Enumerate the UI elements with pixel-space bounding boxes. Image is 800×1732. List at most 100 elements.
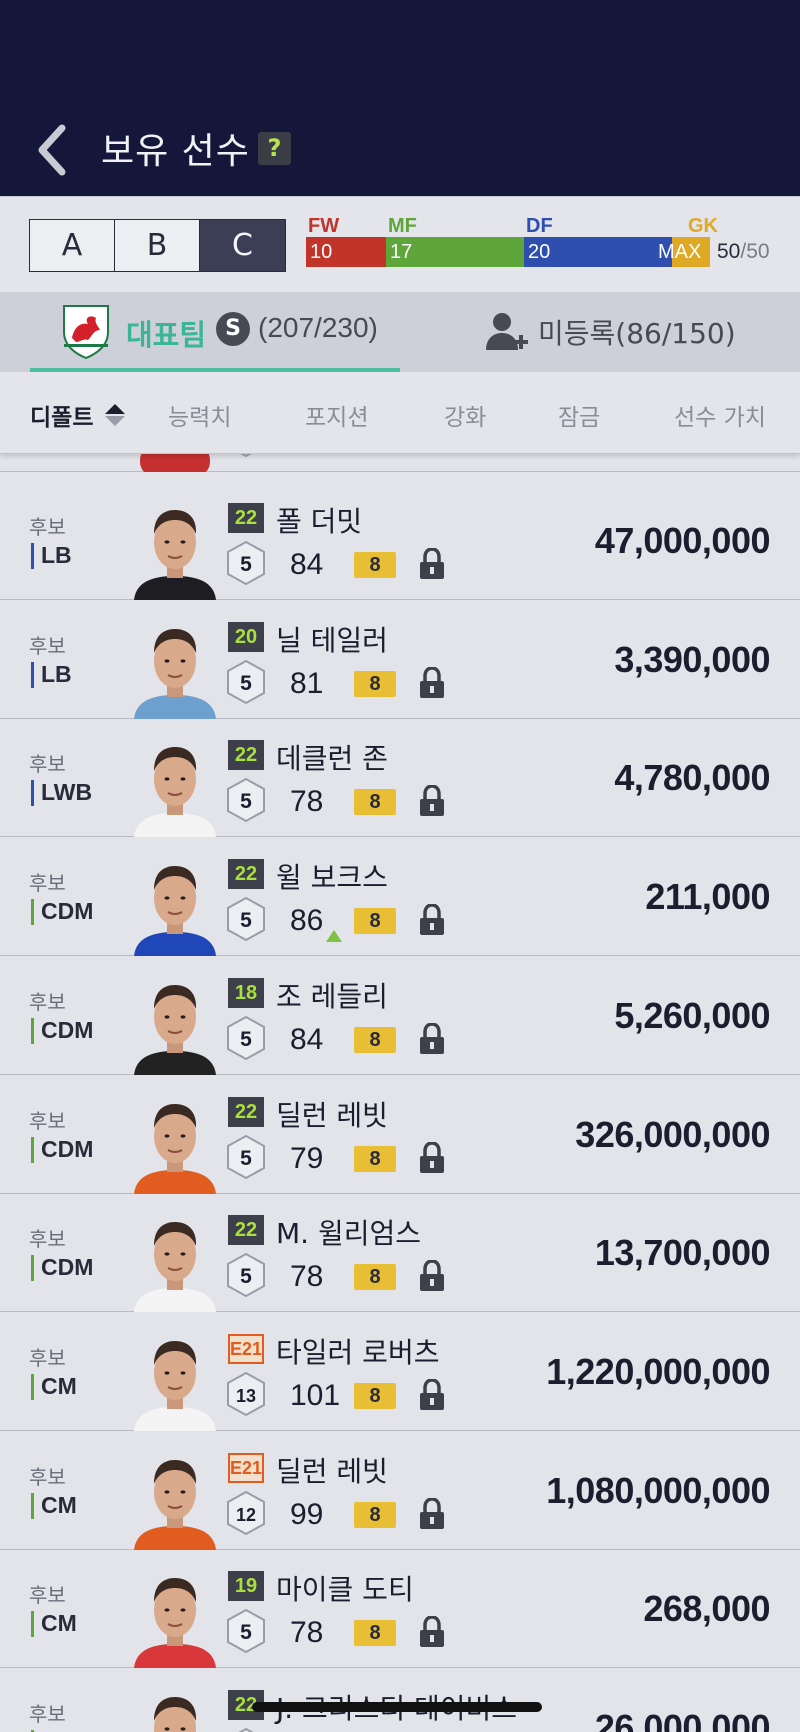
sort-ability[interactable]: 능력치 (168, 398, 231, 432)
position-color-bar (31, 780, 34, 807)
lock-icon[interactable] (418, 666, 446, 699)
player-position: CDM (31, 1017, 93, 1044)
enhance-badge: 8 (354, 1026, 396, 1053)
lock-icon[interactable] (418, 548, 446, 580)
enhance-badge: 8 (354, 1501, 396, 1528)
player-name: 윌 보크스 (276, 861, 388, 895)
player-position-text: CDM (41, 898, 94, 925)
chevron-left-icon (38, 124, 66, 176)
sort-default[interactable]: 디폴트 (30, 398, 93, 432)
player-value: 326,000,000 (575, 1113, 770, 1155)
season-badge: 19 (228, 1571, 264, 1602)
player-position: CM (31, 1373, 77, 1400)
player-face (130, 1448, 220, 1550)
player-position: CDM (31, 898, 94, 926)
grade-badge (240, 454, 252, 458)
player-face (130, 973, 220, 1075)
position-color-bar (31, 1017, 34, 1044)
add-user-icon (486, 313, 528, 350)
player-row[interactable]: 후보22J. 크리스티 데이비스526,000,000 (0, 1669, 800, 1732)
national-team-count: (207/230) (258, 312, 378, 343)
player-ovr: 84 (290, 548, 324, 581)
player-row[interactable]: 후보 CDM 22 윌 보크스 5 86 8 211,000 (0, 838, 800, 957)
player-face (130, 735, 220, 838)
player-row[interactable]: 후보 CM E21 딜런 레빗 12 99 8 1,080,000,000 (0, 1431, 800, 1550)
player-value: 47,000,000 (594, 520, 771, 561)
position-color-bar (31, 1373, 34, 1400)
grade-value: 5 (240, 790, 252, 813)
player-value: 3,390,000 (614, 638, 770, 680)
help-button[interactable]: ? (258, 132, 291, 165)
player-row[interactable]: 후보 LB 20 닐 테일러 5 81 8 3,390,000 (0, 600, 800, 719)
player-position: CDM (31, 1254, 93, 1282)
player-value: 1,220,000,000 (546, 1350, 770, 1392)
grade-value: 5 (240, 1028, 252, 1051)
position-color-bar (31, 543, 34, 569)
gk-count: MAX (658, 241, 702, 263)
player-position-text: CM (41, 1491, 77, 1518)
national-team-label: 대표팀 (126, 318, 207, 352)
squad-slot-b[interactable]: B (115, 220, 200, 271)
player-row[interactable]: 후보 LB 22 폴 더밋 5 84 8 47,000,000 (0, 482, 800, 600)
mf-label: MF (388, 215, 417, 237)
lock-icon[interactable] (418, 1141, 446, 1174)
player-row[interactable]: 후보 CDM 18 조 레들리 5 84 8 5,260,000 (0, 956, 800, 1075)
grade-badge: 5 (227, 778, 265, 823)
player-position: LB (31, 542, 72, 569)
sort-position[interactable]: 포지션 (305, 398, 368, 432)
fw-label: FW (308, 215, 340, 237)
squad-slot-selector: A B C (29, 219, 286, 272)
squad-slot-a[interactable]: A (30, 220, 115, 271)
player-face (130, 498, 220, 600)
lock-icon[interactable] (418, 1616, 446, 1648)
player-position-text: CDM (41, 1135, 94, 1162)
lock-icon[interactable] (418, 1022, 446, 1055)
lock-icon[interactable] (418, 1378, 446, 1411)
player-list: 후보 LB 22 폴 더밋 5 84 8 47,000,000 후보 LB 20 닐 테일러 5 81 8 3… (0, 454, 800, 1732)
player-value: 5,260,000 (614, 994, 770, 1036)
lock-icon[interactable] (418, 1260, 446, 1292)
sort-player-value[interactable]: 선수 가치 (674, 398, 766, 432)
grade-value: 5 (240, 1147, 252, 1170)
player-row[interactable]: 후보 CDM 22 딜런 레빗 5 79 8 326,000,000 (0, 1075, 800, 1194)
s-grade-badge: S (216, 312, 250, 346)
player-status: 후보 (29, 1108, 66, 1133)
player-row[interactable]: 후보 CDM 22 M. 윌리엄스 5 78 8 13,700,000 (0, 1194, 800, 1313)
player-position: CM (31, 1610, 77, 1638)
player-name: 타일러 로버츠 (276, 1335, 440, 1369)
position-color-bar (31, 899, 34, 926)
season-badge: 22 (228, 1215, 264, 1246)
grade-value: 5 (240, 553, 252, 576)
grade-value: 5 (240, 909, 252, 932)
lock-icon[interactable] (418, 785, 446, 817)
grade-badge: 5 (227, 1253, 265, 1298)
mf-segment: 17 (386, 237, 524, 267)
player-name: 조 레들리 (276, 979, 388, 1013)
player-row[interactable]: 후보 CM E21 타일러 로버츠 13 101 8 1,220,000,000 (0, 1312, 800, 1431)
unregistered-label: 미등록(86/150) (538, 317, 736, 350)
sort-enhance[interactable]: 강화 (444, 398, 486, 432)
tab-national-team[interactable]: 대표팀 S (207/230) (30, 292, 400, 372)
player-row[interactable]: 후보 CM 19 마이클 도티 5 78 8 268,000 (0, 1550, 800, 1669)
player-row[interactable]: 후보 LWB 22 데클런 존 5 78 8 4,780,000 (0, 719, 800, 838)
player-status: 후보 (29, 1227, 66, 1252)
player-face (130, 1329, 220, 1431)
list-item-partial[interactable] (0, 454, 800, 472)
sort-lock[interactable]: 잠금 (558, 398, 600, 432)
player-name: 데클런 존 (276, 742, 388, 776)
grade-badge: 5 (227, 1134, 265, 1179)
squad-slot-c[interactable]: C (200, 220, 285, 271)
grade-badge: 12 (227, 1490, 265, 1535)
grade-badge: 13 (227, 1371, 265, 1417)
season-badge: 22 (228, 1096, 264, 1127)
player-position-text: LB (41, 660, 72, 687)
lock-icon[interactable] (418, 1497, 446, 1530)
sort-direction-icon[interactable] (104, 403, 126, 427)
player-value: 26,000,000 (594, 1707, 771, 1732)
back-button[interactable] (30, 120, 78, 180)
season-badge: 20 (228, 621, 264, 652)
lock-icon[interactable] (418, 904, 446, 936)
tab-unregistered[interactable]: 미등록(86/150) (480, 292, 780, 370)
player-position-text: LWB (41, 779, 93, 806)
grade-badge: 5 (227, 896, 265, 942)
